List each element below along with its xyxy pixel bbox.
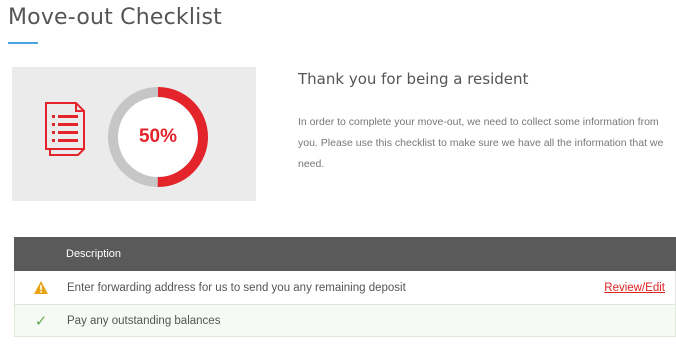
page-title: Move-out Checklist — [8, 5, 222, 30]
progress-percent: 50% — [138, 126, 178, 147]
checkmark-icon: ✓ — [34, 312, 48, 330]
checklist-item-text: Enter forwarding address for us to send … — [67, 281, 406, 294]
checklist-item-text: Pay any outstanding balances — [67, 314, 221, 327]
intro-heading: Thank you for being a resident — [298, 70, 529, 88]
document-list-icon — [45, 102, 85, 156]
progress-card: 50% — [12, 67, 256, 201]
warning-icon — [15, 281, 67, 294]
checklist-row: Enter forwarding address for us to send … — [14, 271, 676, 305]
intro-body: In order to complete your move-out, we n… — [298, 116, 664, 170]
table-header-description: Description — [14, 237, 676, 271]
title-underline — [8, 42, 38, 44]
checklist-row: ✓ Pay any outstanding balances — [14, 305, 676, 337]
review-edit-link[interactable]: Review/Edit — [604, 282, 665, 294]
checklist-table: Description Enter forwarding address for… — [14, 237, 676, 337]
